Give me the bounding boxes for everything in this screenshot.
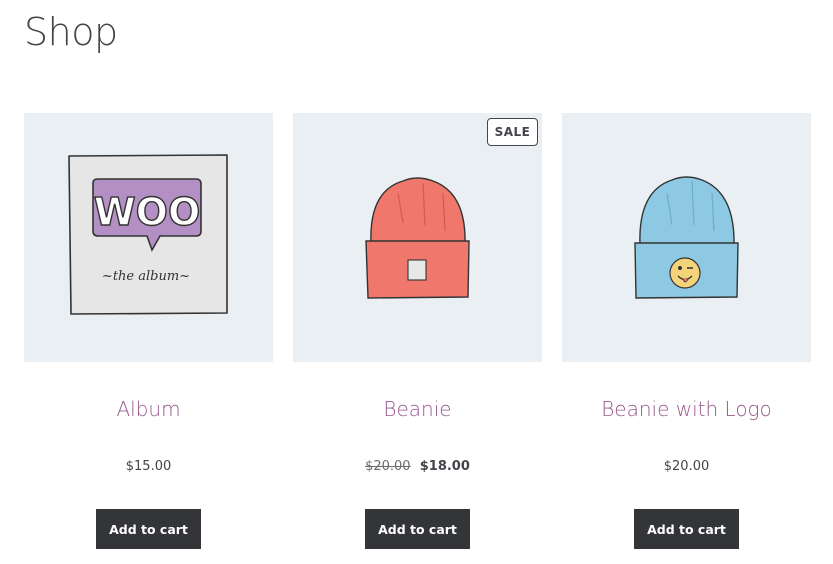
red-beanie-icon xyxy=(365,177,470,299)
blue-beanie-icon xyxy=(634,176,739,299)
sale-badge: SALE xyxy=(487,118,538,146)
album-art-subtext: ~the album~ xyxy=(102,269,190,284)
album-art-icon: WOO ~the album~ xyxy=(68,154,228,315)
product-card-beanie-with-logo: Beanie with Logo $20.00 Add to cart xyxy=(562,113,811,553)
product-card-album: WOO ~the album~ Album $15.00 Add to cart xyxy=(24,113,273,553)
product-price: $20.00 xyxy=(562,457,811,477)
product-image-beanie-with-logo[interactable] xyxy=(562,113,811,362)
product-title-beanie-with-logo[interactable]: Beanie with Logo xyxy=(562,395,811,423)
price-amount: $20.00 xyxy=(663,459,710,474)
product-title-album[interactable]: Album xyxy=(24,395,273,423)
product-card-beanie: SALE Beanie $20.00 $18.00 Add to cart xyxy=(293,113,542,553)
product-grid: WOO ~the album~ Album $15.00 Add to cart… xyxy=(0,0,833,564)
add-to-cart-button-album[interactable]: Add to cart xyxy=(96,509,201,549)
sale-price: $18.00 xyxy=(419,459,470,474)
price-amount: $15.00 xyxy=(125,459,172,474)
product-image-beanie[interactable]: SALE xyxy=(293,113,542,362)
add-to-cart-button-beanie-with-logo[interactable]: Add to cart xyxy=(634,509,739,549)
product-image-album[interactable]: WOO ~the album~ xyxy=(24,113,273,362)
album-art-text: WOO xyxy=(94,190,201,234)
regular-price: $20.00 xyxy=(365,459,411,474)
product-price: $20.00 $18.00 xyxy=(293,457,542,477)
product-title-beanie[interactable]: Beanie xyxy=(293,395,542,423)
product-price: $15.00 xyxy=(24,457,273,477)
add-to-cart-button-beanie[interactable]: Add to cart xyxy=(365,509,470,549)
